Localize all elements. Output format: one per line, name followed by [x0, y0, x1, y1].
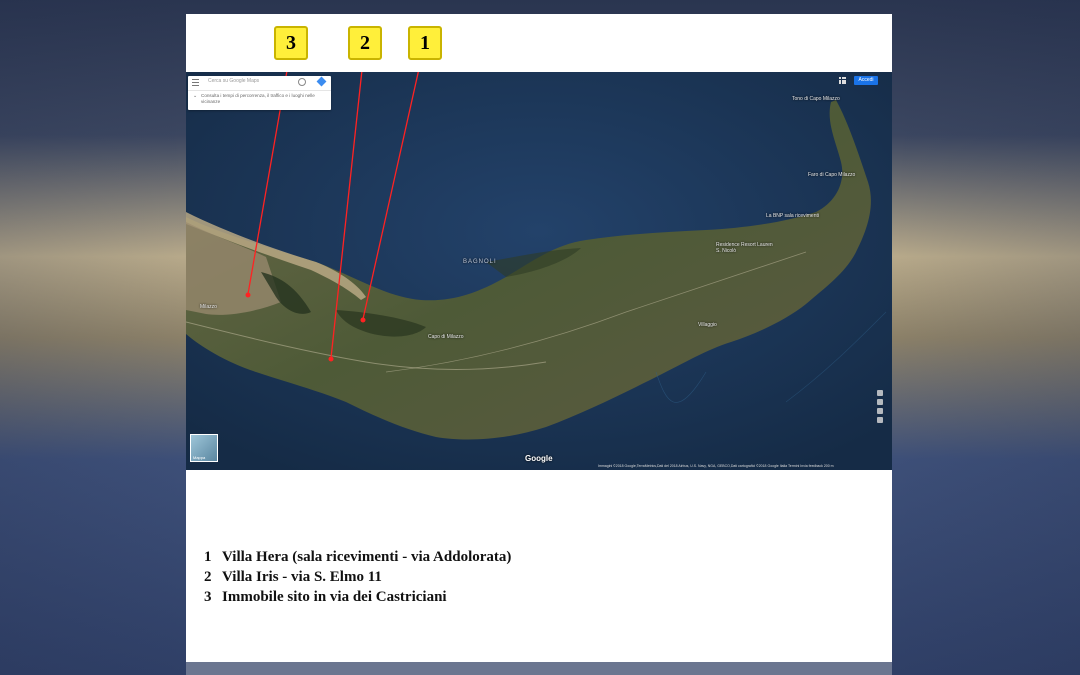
- zoom-out-icon[interactable]: [877, 408, 883, 414]
- legend-item: 3 Immobile sito in via dei Castriciani: [204, 589, 447, 605]
- directions-icon[interactable]: [316, 76, 327, 87]
- zoom-in-icon[interactable]: [877, 399, 883, 405]
- label-residence[interactable]: Residence Resort Lauren S. Nicolò: [716, 242, 776, 254]
- background-blur-right: [895, 0, 1080, 675]
- label-capo-milazzo: Capo di Milazzo: [428, 334, 464, 340]
- marker-1: [360, 317, 366, 323]
- streetview-icon[interactable]: [877, 390, 883, 396]
- label-lighthouse[interactable]: Faro di Capo Milazzo: [808, 172, 855, 178]
- background-blur-left: [0, 0, 185, 675]
- signin-button[interactable]: Accedi: [854, 76, 878, 85]
- zoom-controls[interactable]: [876, 390, 884, 464]
- label-village[interactable]: Villaggio: [698, 322, 717, 328]
- callout-2: 2: [348, 26, 382, 60]
- slide: 3 2 1 Cerca su Google Maps ⌄ Consulta i …: [186, 14, 892, 662]
- label-milazzo: Milazzo: [200, 304, 217, 310]
- hint-text[interactable]: ⌄ Consulta i tempi di percorrenza, il tr…: [193, 93, 329, 105]
- legend-item: 1 Villa Hera (sala ricevimenti - via Addo…: [204, 549, 512, 565]
- map-attribution: Immagini ©2018 Google,TerraMetrics,Dati …: [598, 464, 834, 468]
- bottom-strip: [186, 662, 892, 675]
- compass-icon[interactable]: [877, 417, 883, 423]
- legend-item: 2 Villa Iris - via S. Elmo 11: [204, 569, 382, 585]
- map-terrain: [186, 72, 892, 470]
- search-icon[interactable]: [298, 78, 306, 86]
- menu-icon[interactable]: [192, 79, 199, 86]
- marker-3: [245, 292, 251, 298]
- label-sala[interactable]: La BNP sala ricevimenti: [766, 213, 819, 219]
- map-type-toggle[interactable]: Mappa: [190, 434, 218, 462]
- search-input[interactable]: Cerca su Google Maps: [208, 78, 259, 84]
- label-bagnoli: BAGNOLI: [463, 259, 497, 265]
- legend: 1 Villa Hera (sala ricevimenti - via Addo…: [204, 547, 804, 607]
- satellite-map[interactable]: Cerca su Google Maps ⌄ Consulta i tempi …: [186, 72, 892, 470]
- label-tono[interactable]: Tono di Capo Milazzo: [792, 96, 840, 102]
- search-panel[interactable]: Cerca su Google Maps ⌄ Consulta i tempi …: [188, 76, 331, 110]
- marker-2: [328, 356, 334, 362]
- google-logo: Google: [525, 454, 553, 463]
- apps-icon[interactable]: [839, 77, 846, 84]
- callout-3: 3: [274, 26, 308, 60]
- callout-1: 1: [408, 26, 442, 60]
- chevron-down-icon: ⌄: [193, 93, 198, 99]
